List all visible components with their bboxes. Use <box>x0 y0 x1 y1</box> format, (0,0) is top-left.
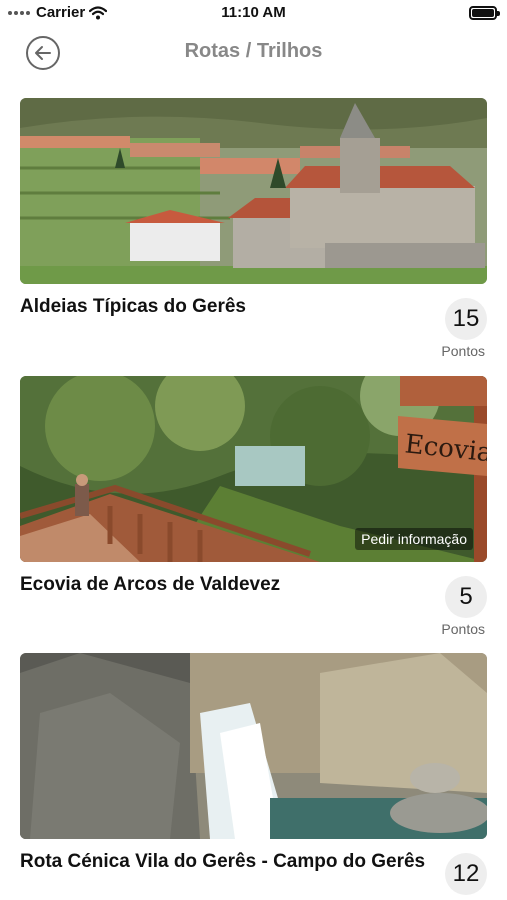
route-card-aldeias[interactable]: Aldeias Típicas do Gerês 15 Pontos <box>20 98 487 359</box>
nav-bar: Rotas / Trilhos <box>0 26 507 80</box>
route-title[interactable]: Rota Cénica Vila do Gerês - Campo do Ger… <box>20 851 425 873</box>
points-count-badge: 5 <box>445 576 487 618</box>
route-image[interactable] <box>20 98 487 284</box>
route-image[interactable]: Ecovia Pedir informação <box>20 376 487 562</box>
page-title: Rotas / Trilhos <box>184 40 323 62</box>
points-count-badge: 15 <box>445 298 487 340</box>
route-image[interactable] <box>20 653 487 839</box>
battery-icon <box>469 6 500 20</box>
points-label: Pontos <box>441 343 485 359</box>
status-bar: Carrier 11:10 AM <box>0 0 507 26</box>
route-title[interactable]: Ecovia de Arcos de Valdevez <box>20 574 280 596</box>
route-title[interactable]: Aldeias Típicas do Gerês <box>20 296 246 318</box>
points-label: Pontos <box>441 621 485 637</box>
route-card-ecovia[interactable]: Ecovia Pedir informação Ecovia de Arcos … <box>20 376 487 637</box>
request-info-button[interactable]: Pedir informação <box>355 528 473 550</box>
points-count-badge: 12 <box>445 853 487 895</box>
route-card-rota-cenica[interactable]: Rota Cénica Vila do Gerês - Campo do Ger… <box>20 653 487 895</box>
status-time: 11:10 AM <box>221 4 286 21</box>
